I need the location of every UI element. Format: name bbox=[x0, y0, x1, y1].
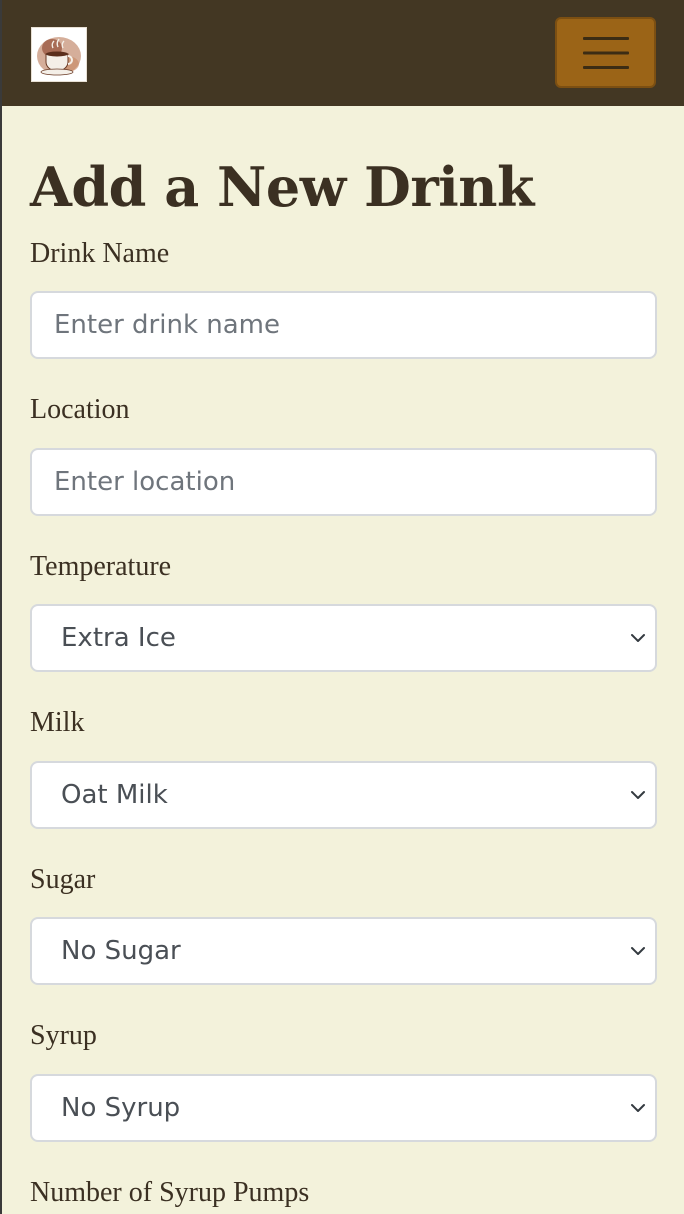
coffee-cup-logo-icon bbox=[32, 28, 86, 81]
milk-selected-value: Oat Milk bbox=[61, 780, 168, 810]
syrup-group: Syrup No Syrup bbox=[30, 1018, 657, 1142]
sugar-label: Sugar bbox=[30, 864, 96, 895]
main-content: Add a New Drink bbox=[2, 106, 684, 224]
temperature-selected-value: Extra Ice bbox=[61, 623, 176, 653]
sugar-group: Sugar No Sugar bbox=[30, 862, 657, 985]
location-input[interactable] bbox=[30, 448, 657, 516]
chevron-down-icon bbox=[631, 947, 645, 955]
location-group: Location bbox=[30, 392, 657, 516]
page-title: Add a New Drink bbox=[30, 155, 534, 219]
temperature-select[interactable]: Extra Ice bbox=[30, 604, 657, 672]
location-label: Location bbox=[30, 394, 130, 425]
drink-name-input[interactable] bbox=[30, 291, 657, 359]
temperature-group: Temperature Extra Ice bbox=[30, 549, 657, 672]
syrup-selected-value: No Syrup bbox=[61, 1093, 181, 1123]
temperature-label: Temperature bbox=[30, 551, 172, 582]
chevron-down-icon bbox=[631, 1104, 645, 1112]
page: Add a New Drink Drink Name Location Temp… bbox=[0, 0, 684, 1214]
syrup-label: Syrup bbox=[30, 1020, 97, 1051]
brand-logo[interactable] bbox=[31, 27, 87, 82]
milk-group: Milk Oat Milk bbox=[30, 705, 657, 829]
navbar-toggle-button[interactable] bbox=[555, 17, 656, 88]
chevron-down-icon bbox=[631, 634, 645, 642]
syrup-select[interactable]: No Syrup bbox=[30, 1074, 657, 1142]
drink-name-group: Drink Name bbox=[30, 236, 657, 359]
navbar bbox=[2, 0, 684, 106]
syrup-pumps-label: Number of Syrup Pumps bbox=[30, 1177, 310, 1208]
milk-select[interactable]: Oat Milk bbox=[30, 761, 657, 829]
sugar-selected-value: No Sugar bbox=[61, 936, 181, 966]
sugar-select[interactable]: No Sugar bbox=[30, 917, 657, 985]
hamburger-menu-icon bbox=[582, 36, 629, 69]
milk-label: Milk bbox=[30, 707, 85, 738]
drink-name-label: Drink Name bbox=[30, 238, 170, 269]
chevron-down-icon bbox=[631, 791, 645, 799]
syrup-pumps-group: Number of Syrup Pumps bbox=[30, 1175, 309, 1211]
